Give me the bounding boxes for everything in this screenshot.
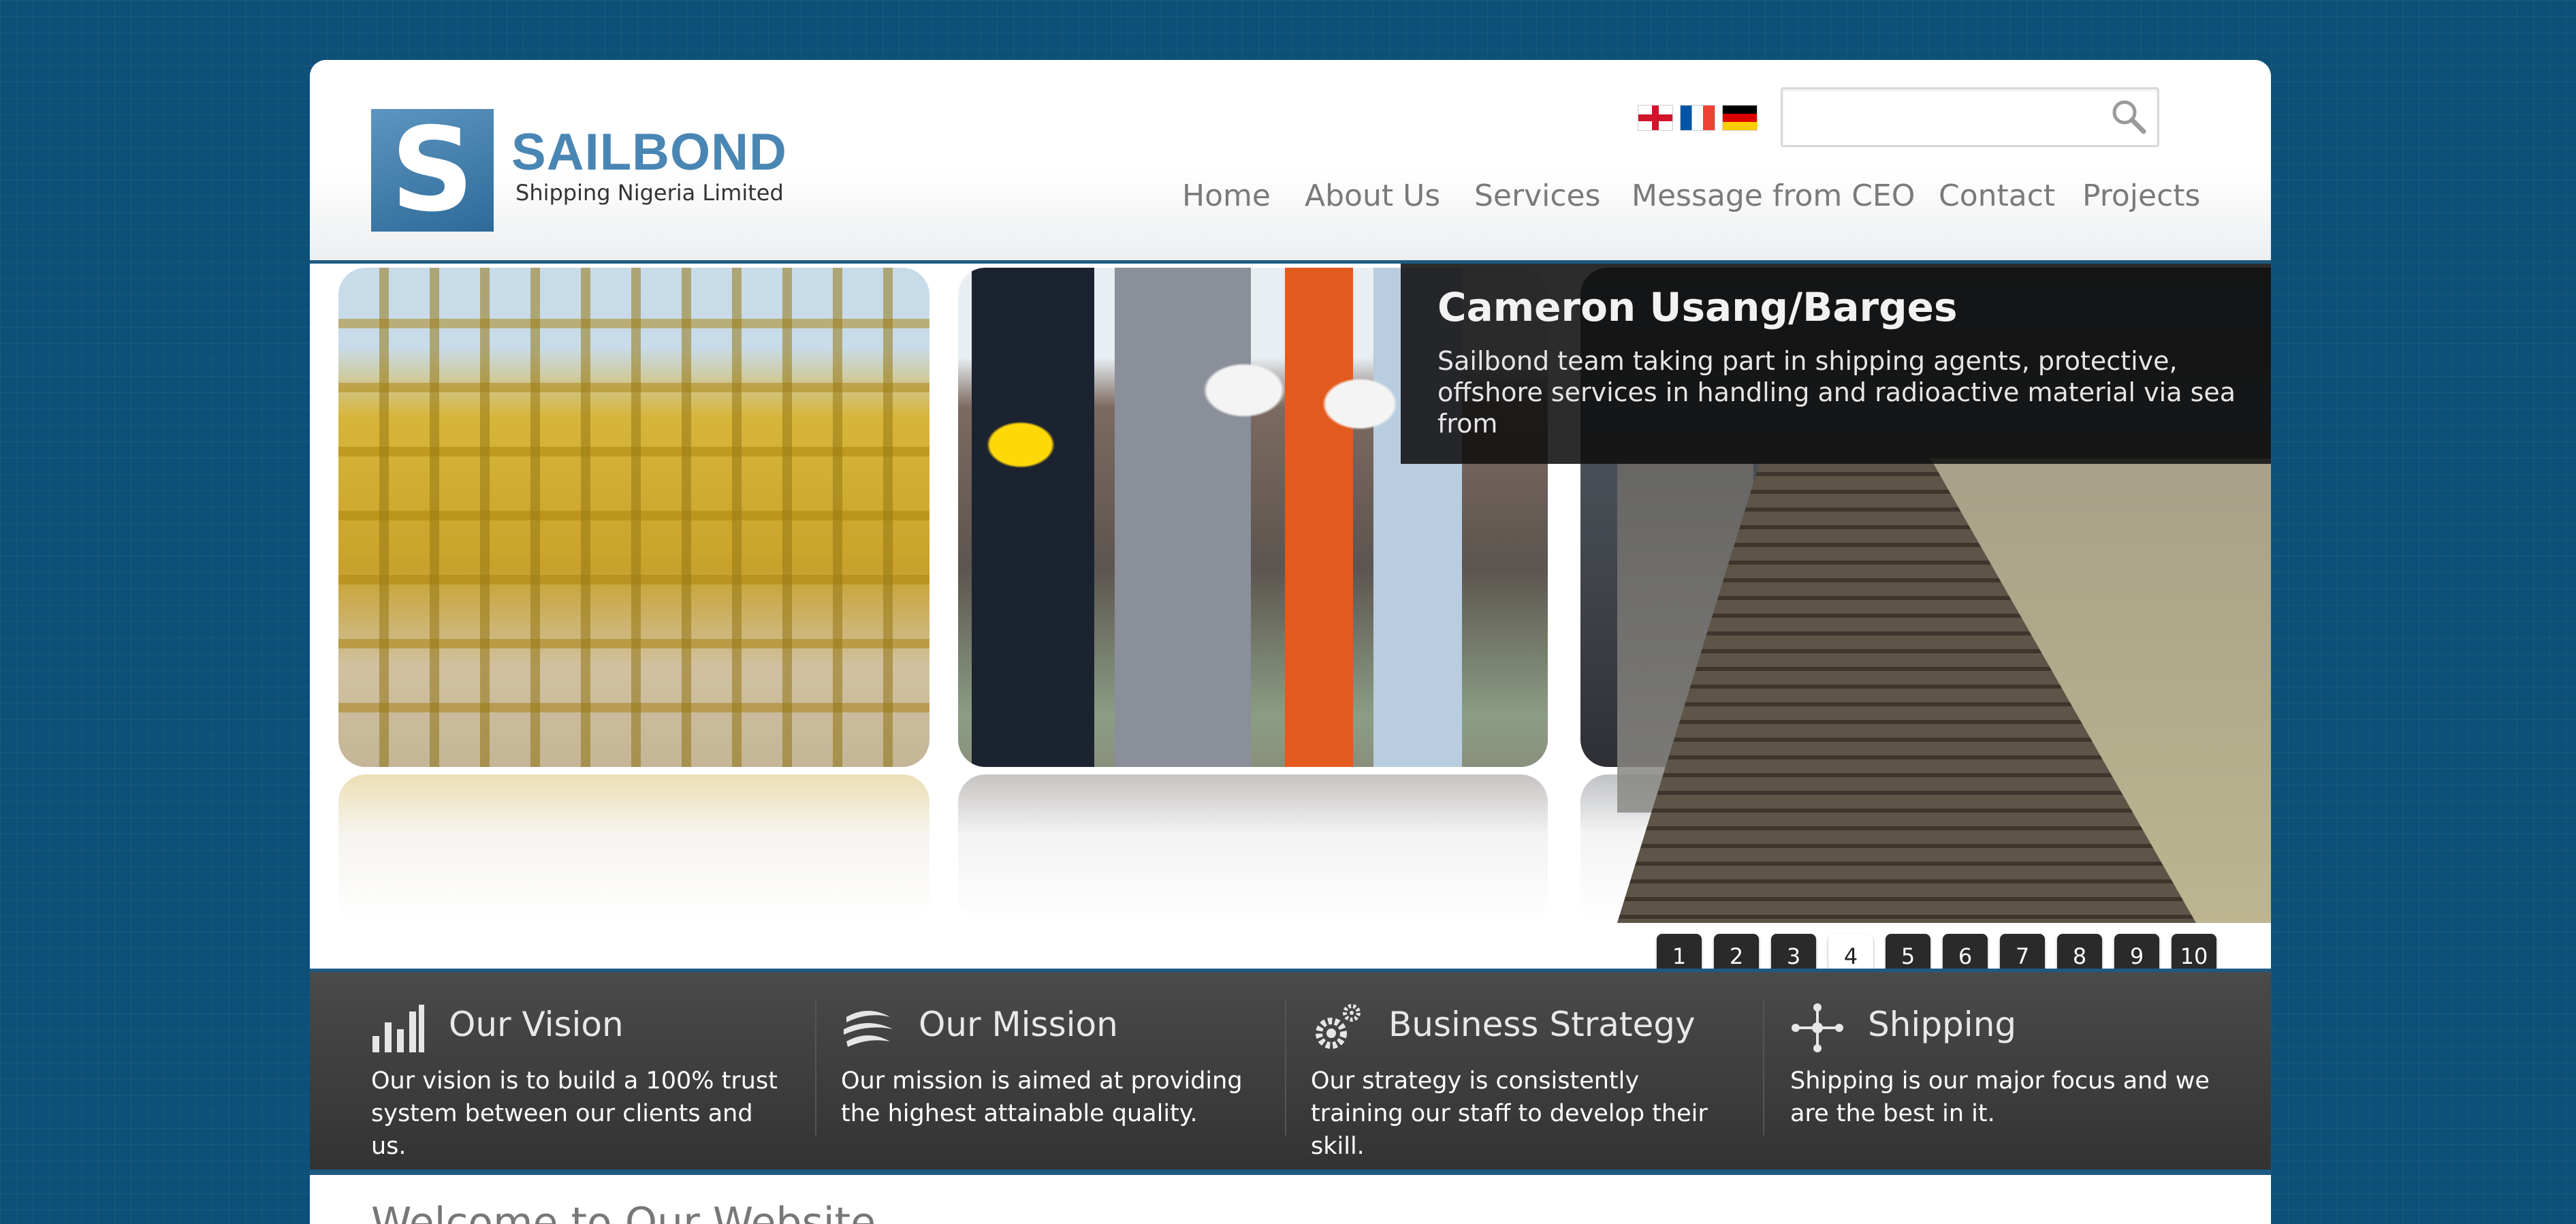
feature-text: Our strategy is consistently training ou… [1311, 1067, 1708, 1160]
feature-title: Our Mission [919, 1005, 1118, 1044]
slide-caption-title: Cameron Usang/Barges [1437, 284, 1958, 330]
feature-mission: Our Mission Our mission is aimed at prov… [841, 972, 1263, 1170]
site-header: S SAILBOND Shipping Nigeria Limited Home… [310, 60, 2271, 264]
nav-services[interactable]: Services [1474, 178, 1601, 213]
feature-title: Shipping [1868, 1005, 2017, 1044]
feature-text: Shipping is our major focus and we are t… [1790, 1067, 2210, 1127]
feature-title: Our Vision [449, 1005, 624, 1044]
slide-caption-text: Sailbond team taking part in shipping ag… [1437, 346, 2236, 439]
nav-contact[interactable]: Contact [1939, 178, 2055, 213]
flag-france-icon[interactable] [1680, 105, 1715, 131]
feature-divider [1763, 999, 1764, 1135]
flag-england-icon[interactable] [1638, 105, 1673, 131]
search-icon[interactable] [2108, 96, 2149, 137]
slide-page-3[interactable]: 3 [1771, 934, 1816, 971]
slide-page-1[interactable]: 1 [1657, 934, 1702, 971]
features-band: Our Vision Our vision is to build a 100%… [310, 969, 2271, 1175]
photo-reflection [958, 774, 1548, 924]
feature-divider [1285, 999, 1286, 1135]
slide-page-6[interactable]: 6 [1943, 934, 1988, 971]
slide-page-5[interactable]: 5 [1886, 934, 1930, 971]
search-box [1781, 87, 2159, 147]
bar-chart-icon [372, 1005, 424, 1052]
slide-photo-structure[interactable] [338, 268, 929, 767]
feature-divider [815, 999, 816, 1135]
site-page: S SAILBOND Shipping Nigeria Limited Home… [310, 60, 2271, 1224]
feature-title: Business Strategy [1388, 1005, 1696, 1044]
nav-projects[interactable]: Projects [2082, 178, 2200, 213]
slide-page-8[interactable]: 8 [2057, 934, 2102, 971]
flag-germany-icon[interactable] [1722, 105, 1758, 131]
slide-page-7[interactable]: 7 [2000, 934, 2045, 971]
feature-text: Our vision is to build a 100% trust syst… [371, 1067, 778, 1160]
slide-page-2[interactable]: 2 [1714, 934, 1759, 971]
feature-vision: Our Vision Our vision is to build a 100%… [371, 972, 793, 1170]
nav-home[interactable]: Home [1182, 178, 1271, 213]
nav-about-us[interactable]: About Us [1305, 178, 1440, 213]
image-slider: Cameron Usang/Barges Sailbond team takin… [310, 264, 2271, 971]
photo-reflection [338, 774, 929, 924]
feature-shipping: Shipping Shipping is our major focus and… [1790, 972, 2212, 1170]
feature-strategy: Business Strategy Our strategy is consis… [1311, 972, 1733, 1170]
brand-name[interactable]: SAILBOND [511, 123, 787, 182]
slide-page-4[interactable]: 4 [1828, 934, 1873, 971]
globe-icon [844, 1011, 893, 1047]
slide-page-9[interactable]: 9 [2114, 934, 2159, 971]
feature-text: Our mission is aimed at providing the hi… [841, 1067, 1243, 1127]
slide-page-10[interactable]: 10 [2172, 934, 2216, 971]
gears-icon [1316, 1004, 1361, 1049]
search-input[interactable] [1792, 96, 2095, 138]
welcome-heading: Welcome to Our Website [371, 1199, 876, 1224]
network-icon [1792, 1003, 1843, 1052]
main-nav: Home About Us Services Message from CEO … [310, 178, 2271, 219]
nav-message-from-ceo[interactable]: Message from CEO [1632, 178, 1915, 213]
slide-caption: Cameron Usang/Barges Sailbond team takin… [1401, 264, 2271, 464]
